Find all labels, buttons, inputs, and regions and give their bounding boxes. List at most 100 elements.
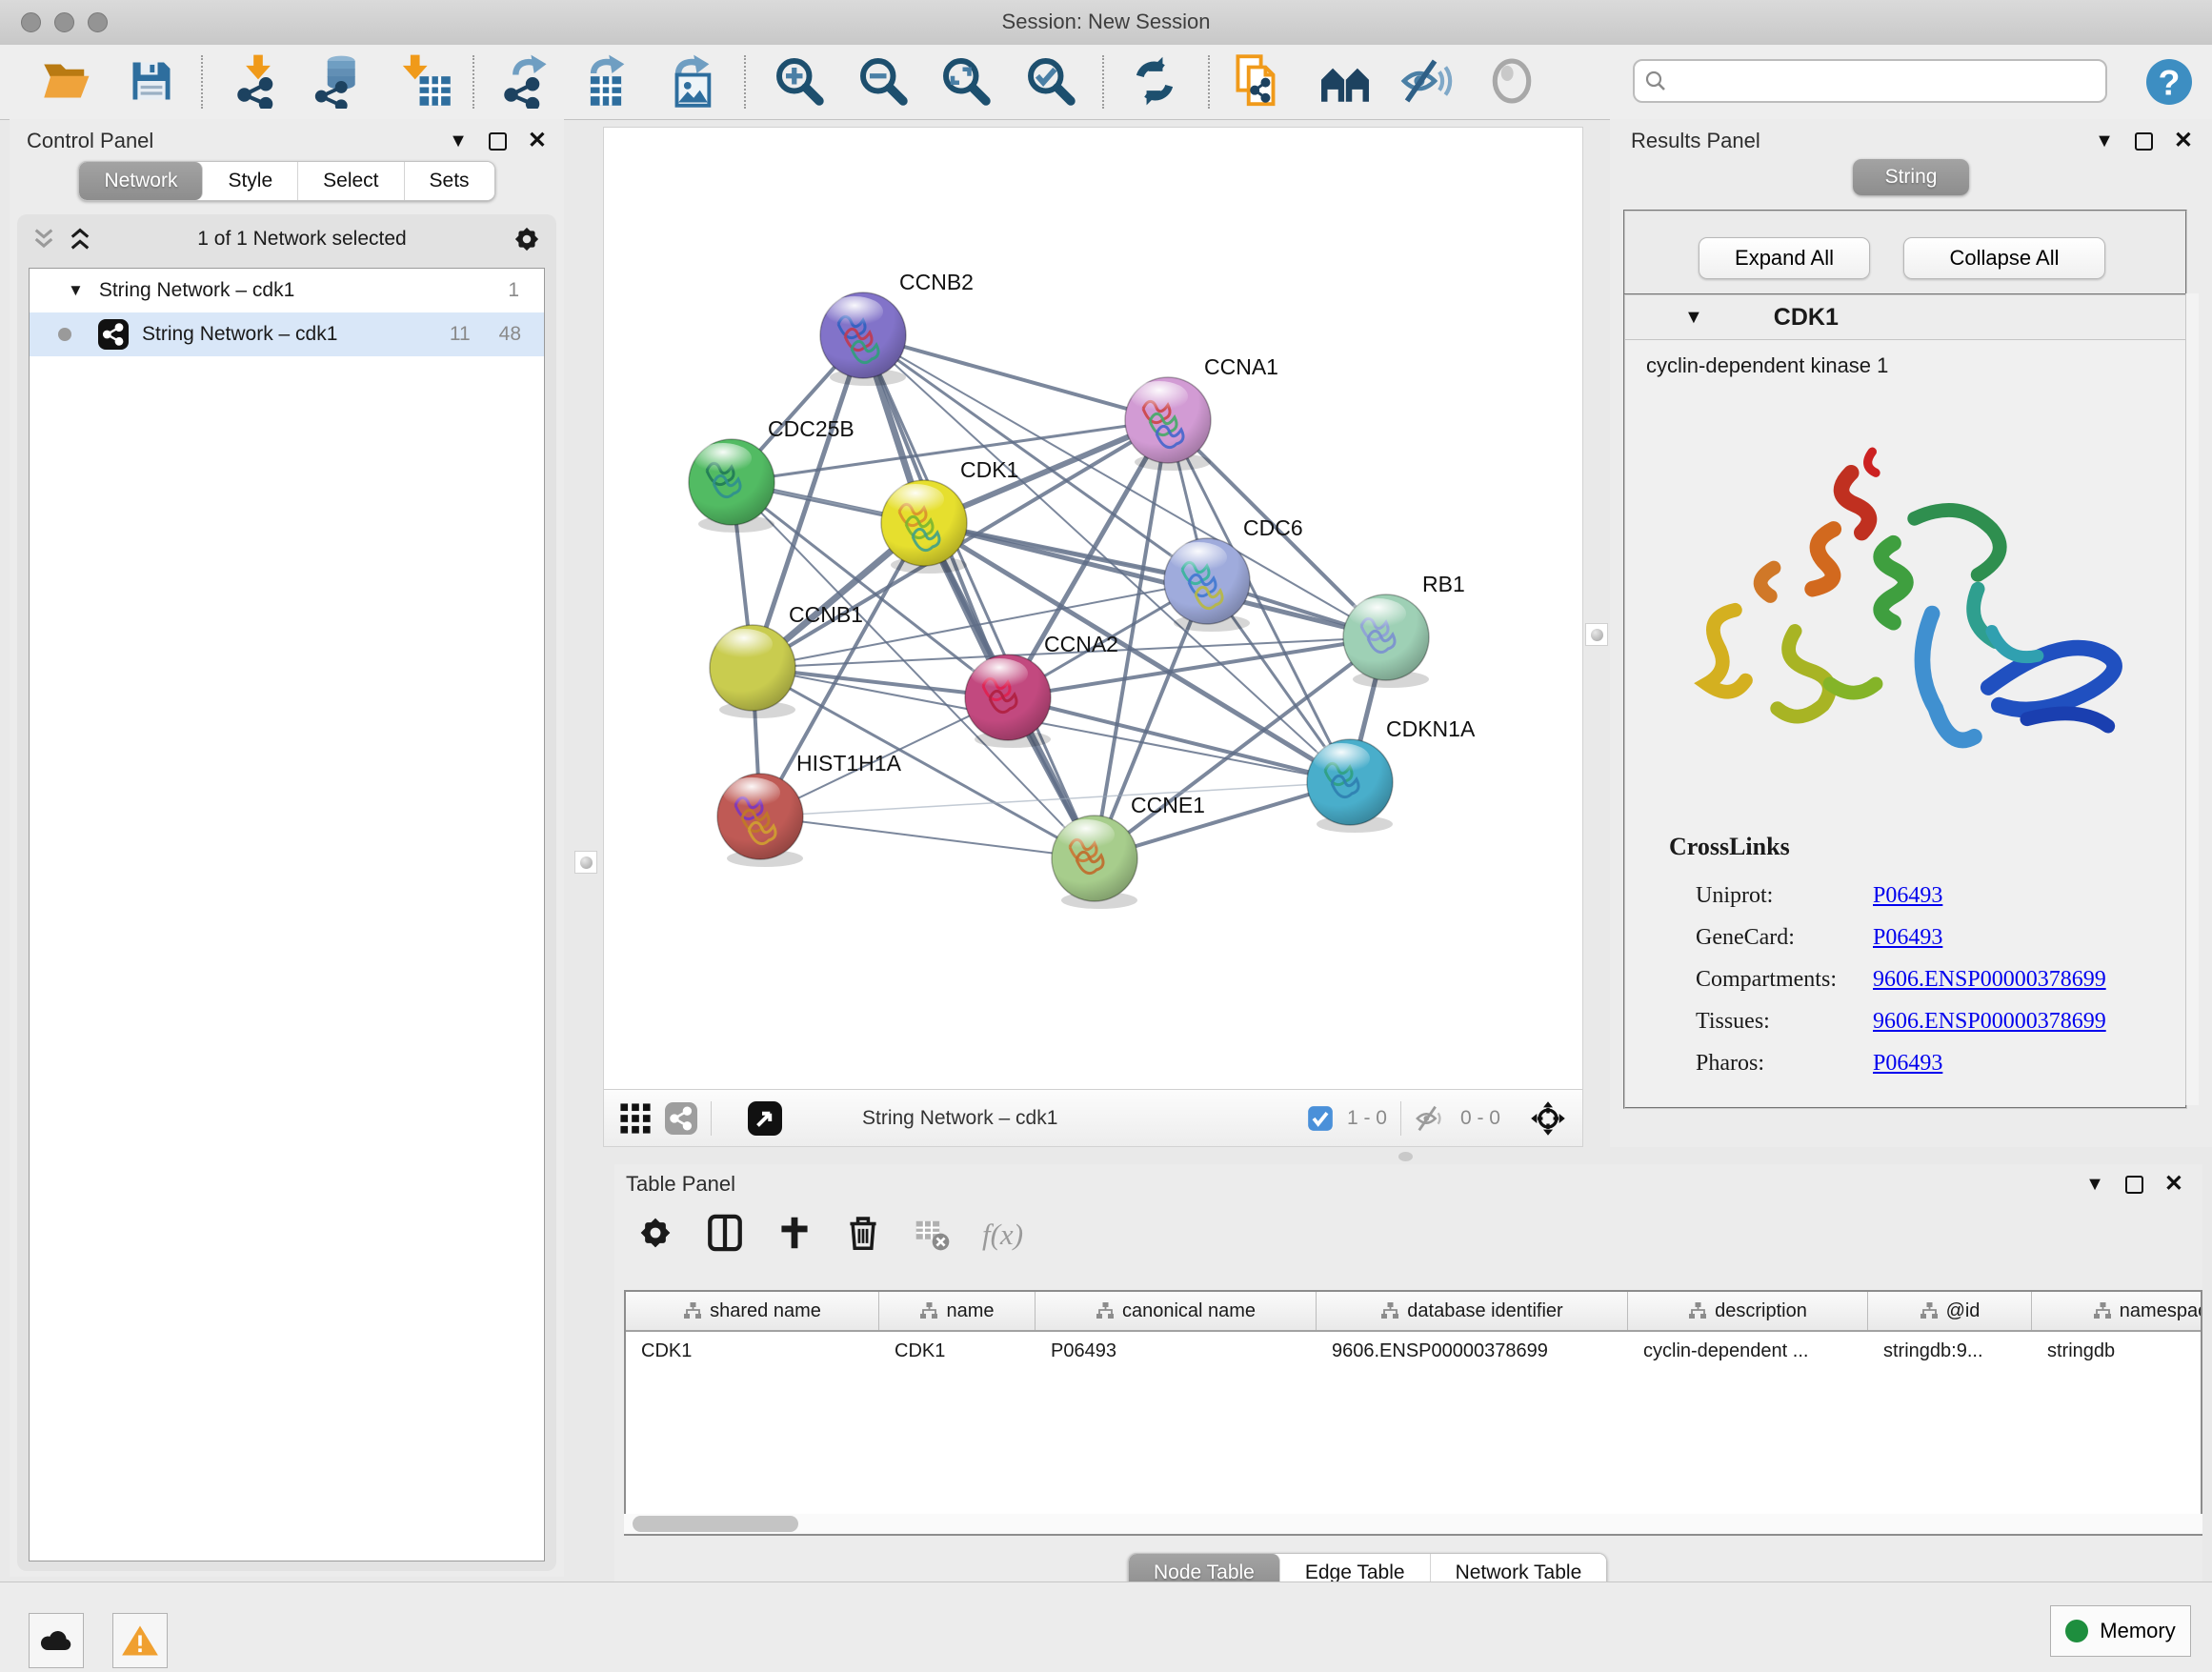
help-button[interactable]: ?	[2143, 56, 2195, 108]
collapse-gene-icon[interactable]: ▼	[1684, 308, 1703, 327]
tab-style[interactable]: Style	[203, 162, 298, 200]
expand-all-button[interactable]: Expand All	[1699, 237, 1870, 279]
network-node[interactable]: CDC25B	[689, 416, 855, 533]
table-row[interactable]: CDK1CDK1P064939606.ENSP00000378699cyclin…	[626, 1332, 2201, 1370]
export-table-button[interactable]	[575, 51, 636, 112]
network-node[interactable]: HIST1H1A	[717, 751, 902, 867]
column-header--id[interactable]: @id	[1868, 1292, 2032, 1330]
close-panel-icon[interactable]: ✕	[2174, 130, 2193, 152]
network-node[interactable]: CDC6	[1164, 515, 1303, 632]
crosslink-link[interactable]: 9606.ENSP00000378699	[1873, 1009, 2106, 1035]
network-edge[interactable]	[924, 523, 1386, 637]
window-controls[interactable]	[21, 12, 108, 32]
close-window-icon[interactable]	[21, 12, 41, 32]
close-panel-icon[interactable]: ✕	[528, 130, 547, 152]
zoom-out-button[interactable]	[853, 51, 914, 112]
network-view[interactable]: CCNB2CCNA1CDC25BCDK1CDC6RB1CCNB1CCNA2CDK…	[603, 127, 1583, 1147]
left-splitter-handle[interactable]	[574, 851, 597, 874]
hide-unhide-button[interactable]	[1397, 51, 1458, 112]
eye-button[interactable]	[1481, 51, 1542, 112]
tab-sets[interactable]: Sets	[405, 162, 494, 200]
grid-view-button[interactable]	[619, 1102, 652, 1135]
float-panel-icon[interactable]	[2135, 132, 2153, 151]
network-canvas[interactable]: CCNB2CCNA1CDC25BCDK1CDC6RB1CCNB1CCNA2CDK…	[604, 128, 1582, 1089]
crosslink-link[interactable]: P06493	[1873, 1051, 1942, 1077]
table-cell[interactable]: stringdb	[2032, 1332, 2202, 1370]
table-cell[interactable]: cyclin-dependent ...	[1628, 1332, 1868, 1370]
tab-string[interactable]: String	[1853, 159, 1970, 195]
column-header-name[interactable]: name	[879, 1292, 1036, 1330]
create-column-button[interactable]	[776, 1215, 813, 1254]
save-session-button[interactable]	[121, 51, 182, 112]
float-panel-icon[interactable]	[489, 132, 507, 151]
warning-status-button[interactable]	[112, 1613, 168, 1668]
right-splitter-handle[interactable]	[1585, 623, 1608, 646]
table-cell[interactable]: stringdb:9...	[1868, 1332, 2032, 1370]
table-cell[interactable]: CDK1	[626, 1332, 879, 1370]
network-edge[interactable]	[760, 816, 1095, 858]
column-header-database-identifier[interactable]: database identifier	[1317, 1292, 1628, 1330]
export-network-button[interactable]	[494, 51, 555, 112]
delete-table-button[interactable]	[914, 1215, 950, 1254]
crosslink-link[interactable]: P06493	[1873, 883, 1942, 909]
crosslink-link[interactable]: 9606.ENSP00000378699	[1873, 967, 2106, 993]
disclosure-triangle-icon[interactable]: ▼	[68, 281, 84, 300]
refresh-button[interactable]	[1124, 51, 1185, 112]
open-session-button[interactable]	[35, 51, 96, 112]
search-field[interactable]	[1633, 59, 2107, 103]
results-scrollbar[interactable]	[2185, 293, 2199, 1105]
delete-column-button[interactable]	[845, 1215, 881, 1254]
collapse-panel-icon[interactable]: ▼	[2095, 131, 2114, 151]
network-overview-button[interactable]	[665, 1102, 697, 1135]
table-cell[interactable]: 9606.ENSP00000378699	[1317, 1332, 1628, 1370]
column-header-shared-name[interactable]: shared name	[626, 1292, 879, 1330]
float-panel-icon[interactable]	[2125, 1176, 2143, 1194]
homes-button[interactable]	[1315, 51, 1376, 112]
collapse-all-chevrons-icon[interactable]	[32, 227, 55, 252]
horizontal-splitter-handle[interactable]	[1398, 1152, 1413, 1161]
close-panel-icon[interactable]: ✕	[2164, 1173, 2183, 1196]
network-collection-row[interactable]: ▼ String Network – cdk1 1	[30, 269, 544, 312]
table-settings-button[interactable]	[637, 1215, 674, 1254]
hidden-eye-slash-icon[interactable]	[1415, 1102, 1447, 1135]
minimize-window-icon[interactable]	[54, 12, 74, 32]
scrollbar-thumb[interactable]	[633, 1516, 798, 1532]
crosslink-link[interactable]: P06493	[1873, 925, 1942, 951]
import-network-from-database-button[interactable]	[308, 51, 369, 112]
table-cell[interactable]: CDK1	[879, 1332, 1036, 1370]
column-header-namespace[interactable]: namespace	[2032, 1292, 2202, 1330]
network-node[interactable]: CCNB2	[820, 270, 974, 386]
network-node[interactable]: CCNB1	[710, 602, 863, 718]
network-node[interactable]: CDK1	[881, 457, 1018, 574]
network-node[interactable]: CDKN1A	[1307, 716, 1476, 833]
column-header-description[interactable]: description	[1628, 1292, 1868, 1330]
table-horizontal-scrollbar[interactable]	[624, 1514, 2202, 1534]
zoom-in-button[interactable]	[769, 51, 830, 112]
birds-eye-view-button[interactable]	[748, 1101, 782, 1136]
table-cell[interactable]: P06493	[1036, 1332, 1317, 1370]
selected-checkbox-icon[interactable]	[1307, 1105, 1334, 1132]
network-edge[interactable]	[863, 335, 1095, 858]
function-builder-button[interactable]: f(x)	[982, 1218, 1023, 1252]
fit-content-button[interactable]	[1529, 1099, 1567, 1138]
tab-select[interactable]: Select	[298, 162, 404, 200]
zoom-fit-button[interactable]	[935, 51, 996, 112]
import-table-button[interactable]	[395, 51, 456, 112]
show-columns-button[interactable]	[706, 1214, 744, 1255]
memory-button[interactable]: Memory	[2050, 1605, 2191, 1657]
network-options-gear-icon[interactable]	[513, 225, 541, 253]
node-table[interactable]: shared namenamecanonical namedatabase id…	[624, 1290, 2202, 1536]
import-network-button[interactable]	[228, 51, 289, 112]
collapse-panel-icon[interactable]: ▼	[2085, 1175, 2104, 1194]
zoom-selected-button[interactable]	[1020, 51, 1081, 112]
export-image-button[interactable]	[660, 51, 721, 112]
zoom-window-icon[interactable]	[88, 12, 108, 32]
gene-section-header[interactable]: ▼ CDK1	[1625, 295, 2185, 340]
network-node[interactable]: RB1	[1343, 572, 1465, 688]
copy-network-document-button[interactable]	[1229, 51, 1290, 112]
cloud-status-button[interactable]	[29, 1613, 84, 1668]
expand-all-chevrons-icon[interactable]	[69, 227, 91, 252]
column-header-canonical-name[interactable]: canonical name	[1036, 1292, 1317, 1330]
tab-network[interactable]: Network	[79, 162, 203, 200]
collapse-all-button[interactable]: Collapse All	[1903, 237, 2105, 279]
